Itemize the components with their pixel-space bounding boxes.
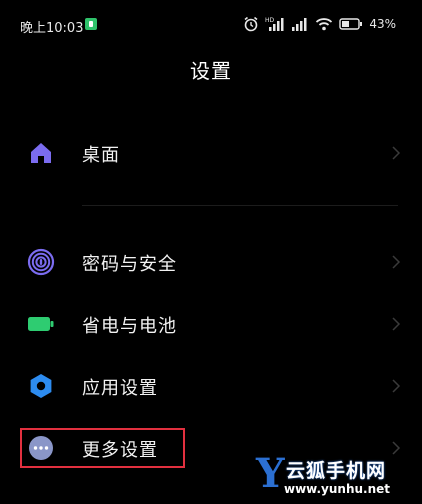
watermark-logo: Y 云狐手机网 www.yunhu.net [256, 452, 416, 500]
signal-hd-icon: HD [265, 17, 284, 31]
settings-item-label: 桌面 [82, 145, 120, 166]
alarm-icon [244, 16, 258, 32]
section-divider [82, 205, 398, 206]
chevron-right-icon [392, 317, 401, 331]
page-title: 设置 [190, 59, 232, 83]
watermark-site-name: 云狐手机网 [286, 460, 387, 482]
settings-item-label: 密码与安全 [82, 254, 177, 275]
settings-item-power-battery[interactable]: 省电与电池 [0, 296, 422, 352]
svg-text:HD: HD [265, 17, 275, 24]
battery-status-icon [339, 18, 363, 30]
signal-icon [292, 18, 307, 31]
highlight-box [20, 428, 185, 468]
gear-icon [26, 371, 56, 401]
settings-item-label: 省电与电池 [82, 316, 177, 337]
wifi-icon [316, 18, 333, 31]
battery-percent: 43% [369, 17, 396, 31]
settings-item-desktop[interactable]: 桌面 [0, 125, 422, 181]
settings-item-app-settings[interactable]: 应用设置 [0, 358, 422, 414]
status-icons: HD 43% [243, 15, 396, 33]
status-time: 晚上10:03 [20, 21, 84, 36]
chevron-right-icon [392, 255, 401, 269]
watermark-url: www.yunhu.net [284, 482, 391, 496]
watermark-logo-letter: Y [256, 450, 285, 497]
settings-screen: 晚上10:03 HD 43% 设置 桌面 密码与安全 省电与电池 应用设置 更多… [0, 0, 422, 504]
settings-item-password-security[interactable]: 密码与安全 [0, 234, 422, 290]
chevron-right-icon [392, 379, 401, 393]
fingerprint-icon [26, 247, 56, 277]
chevron-right-icon [392, 146, 401, 160]
home-icon [26, 138, 56, 168]
status-bar: 晚上10:03 HD 43% [0, 0, 422, 36]
settings-item-label: 应用设置 [82, 378, 158, 399]
notification-app-icon [85, 18, 97, 30]
battery-icon [26, 309, 56, 339]
